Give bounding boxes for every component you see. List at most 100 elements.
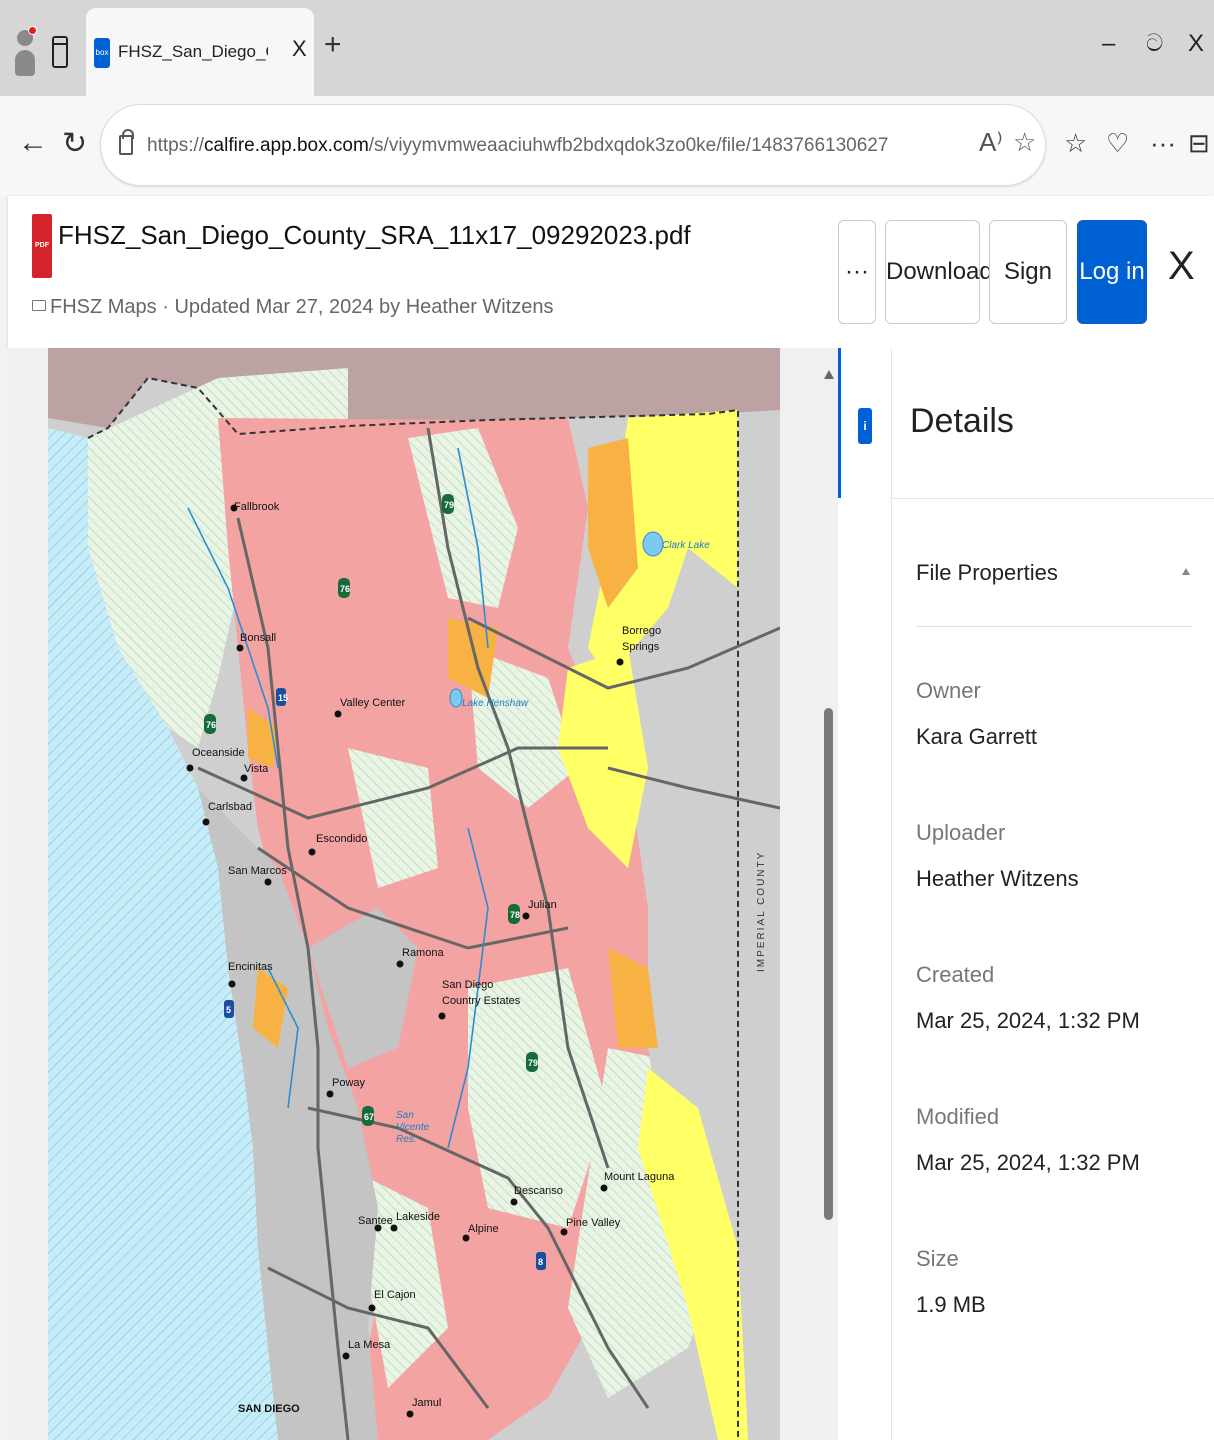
divider	[892, 498, 1214, 499]
document-viewer[interactable]: Fallbrook Bonsall Valley Center Oceansid…	[8, 348, 820, 1440]
preview-content: Fallbrook Bonsall Valley Center Oceansid…	[0, 348, 1214, 1440]
details-info-icon[interactable]: i	[858, 408, 872, 444]
map-label: Carlsbad	[208, 801, 252, 813]
size-value: 1.9 MB	[916, 1292, 986, 1317]
browser-toolbar: ← ↻ https://calfire.app.box.com/s/viyymv…	[0, 96, 1214, 196]
created-label: Created	[916, 962, 995, 987]
back-icon[interactable]: ←	[18, 126, 48, 160]
svg-text:8: 8	[538, 1257, 543, 1267]
document-scrollbar[interactable]	[820, 348, 838, 1440]
svg-text:76: 76	[340, 584, 350, 594]
uploader-label: Uploader	[916, 820, 1006, 845]
map-label: SAN DIEGO	[238, 1403, 300, 1415]
map-label: Julian	[528, 899, 557, 911]
breadcrumb[interactable]: FHSZ Maps · Updated Mar 27, 2024 by Heat…	[32, 296, 554, 319]
sign-up-button[interactable]: Sign up	[989, 220, 1067, 387]
map-label: Bonsall	[240, 632, 276, 644]
scroll-up-icon[interactable]	[824, 370, 834, 379]
file-name: FHSZ_San_Diego_County_SRA_11x17_09292023…	[58, 220, 691, 250]
scroll-thumb[interactable]	[824, 708, 833, 1220]
tab-title: FHSZ_San_Diego_County_SRA_11	[118, 42, 268, 61]
map-label: IMPERIAL COUNTY	[756, 851, 767, 972]
map-label: Springs	[622, 641, 660, 653]
map-label: Escondido	[316, 833, 367, 845]
svg-text:76: 76	[206, 720, 216, 730]
address-bar[interactable]: https://calfire.app.box.com/s/viyymvmwea…	[100, 104, 1046, 186]
map-label: La Mesa	[348, 1339, 391, 1351]
log-in-button[interactable]: Log in	[1077, 220, 1147, 324]
created-value: Mar 25, 2024, 1:32 PM	[916, 1008, 1140, 1033]
map-label: Valley Center	[340, 697, 406, 709]
more-actions-button[interactable]: ···	[838, 220, 876, 324]
divider	[916, 626, 1192, 627]
pdf-file-icon: PDF	[32, 214, 52, 278]
download-button[interactable]: Download	[885, 220, 993, 324]
size-label: Size	[916, 1246, 959, 1271]
modified-value: Mar 25, 2024, 1:32 PM	[916, 1150, 1140, 1175]
breadcrumb-text[interactable]: FHSZ Maps · Updated Mar 27, 2024 by Heat…	[50, 296, 554, 318]
map-label: Lake Henshaw	[462, 698, 529, 709]
modified-label: Modified	[916, 1104, 1000, 1129]
browser-tab[interactable]: box FHSZ_San_Diego_County_SRA_11 X	[86, 8, 314, 96]
map-label: Clark Lake	[662, 540, 710, 551]
url-text[interactable]: https://calfire.app.box.com/s/viyymvmwea…	[147, 105, 888, 187]
sidebar-toggle-icon[interactable]: ⊟	[1188, 128, 1210, 159]
map-label: San	[396, 1110, 414, 1121]
read-aloud-icon[interactable]: A⁾	[979, 127, 1003, 158]
map-label: El Cajon	[374, 1289, 416, 1301]
lock-icon[interactable]	[119, 129, 134, 155]
file-properties-toggle[interactable]: File Properties	[916, 560, 1058, 586]
box-favicon-icon: box	[94, 38, 110, 68]
chevron-up-icon[interactable]	[1182, 568, 1190, 575]
tab-close-icon[interactable]: X	[292, 36, 307, 62]
svg-text:5: 5	[226, 1005, 231, 1015]
uploader-value: Heather Witzens	[916, 866, 1079, 891]
minimize-button[interactable]: –	[1102, 30, 1115, 58]
map-label: Mount Laguna	[604, 1171, 675, 1183]
sidebar-rail: i	[838, 348, 892, 1440]
details-panel: Details File Properties Owner Kara Garre…	[892, 348, 1214, 1440]
rail-active-indicator	[838, 348, 841, 498]
close-window-button[interactable]: X	[1188, 30, 1204, 58]
tab-actions-icon[interactable]	[52, 36, 68, 68]
refresh-icon[interactable]: ↻	[62, 126, 87, 161]
map-label: Oceanside	[192, 747, 245, 759]
map-label: Borrego	[622, 625, 661, 637]
svg-text:15: 15	[278, 693, 288, 703]
favorites-icon[interactable]: ☆	[1064, 128, 1087, 159]
more-options-icon[interactable]: ···	[1150, 128, 1176, 159]
preview-header: PDF FHSZ_San_Diego_County_SRA_11x17_0929…	[8, 196, 1214, 387]
map-label: Ramona	[402, 947, 444, 959]
svg-text:67: 67	[364, 1112, 374, 1122]
owner-value: Kara Garrett	[916, 724, 1038, 749]
map-label: San Diego	[442, 979, 493, 991]
map-label: Res.	[396, 1134, 417, 1145]
map-label: Fallbrook	[234, 501, 280, 513]
map-label: Vicente	[396, 1122, 430, 1133]
details-title: Details	[910, 402, 1014, 440]
map-label: Encinitas	[228, 961, 273, 973]
map-label: Pine Valley	[566, 1217, 621, 1229]
fire-hazard-map: Fallbrook Bonsall Valley Center Oceansid…	[48, 348, 780, 1440]
map-label: San Marcos	[228, 865, 287, 877]
map-label: Jamul	[412, 1397, 441, 1409]
favorite-star-icon[interactable]: ☆	[1013, 127, 1036, 158]
svg-text:78: 78	[510, 910, 520, 920]
map-label: Poway	[332, 1077, 366, 1089]
profile-avatar-icon[interactable]	[14, 26, 37, 78]
svg-text:79: 79	[528, 1058, 538, 1068]
new-tab-icon[interactable]: +	[324, 28, 342, 62]
browser-tab-bar: box FHSZ_San_Diego_County_SRA_11 X + – ට…	[0, 0, 1214, 96]
map-label: Alpine	[468, 1223, 499, 1235]
map-page[interactable]: Fallbrook Bonsall Valley Center Oceansid…	[48, 348, 780, 1440]
map-label: Vista	[244, 763, 269, 775]
map-label: Descanso	[514, 1185, 563, 1197]
close-preview-icon[interactable]: X	[1168, 244, 1195, 289]
svg-text:79: 79	[444, 500, 454, 510]
map-label: Lakeside	[396, 1211, 440, 1223]
map-label: Santee	[358, 1215, 393, 1227]
restore-button[interactable]: ට	[1146, 30, 1163, 58]
browser-essentials-icon[interactable]: ♡	[1106, 128, 1129, 159]
owner-label: Owner	[916, 678, 981, 703]
folder-icon	[32, 300, 46, 312]
